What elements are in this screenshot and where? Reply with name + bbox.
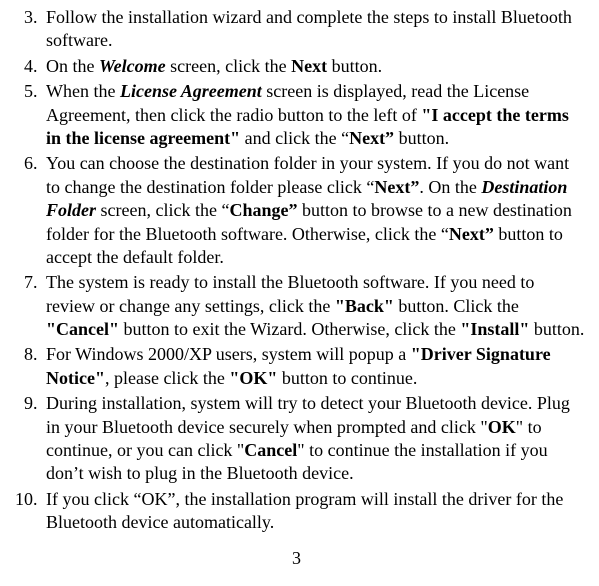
instruction-step: You can choose the destination folder in… bbox=[42, 152, 587, 269]
instruction-step: On the Welcome screen, click the Next bu… bbox=[42, 55, 587, 78]
document-page: Follow the installation wizard and compl… bbox=[0, 0, 599, 570]
page-number: 3 bbox=[6, 547, 587, 570]
instruction-step: When the License Agreement screen is dis… bbox=[42, 80, 587, 150]
instruction-step: The system is ready to install the Bluet… bbox=[42, 271, 587, 341]
instruction-step: During installation, system will try to … bbox=[42, 392, 587, 486]
instruction-step: Follow the installation wizard and compl… bbox=[42, 6, 587, 53]
instruction-step: For Windows 2000/XP users, system will p… bbox=[42, 343, 587, 390]
instruction-list: Follow the installation wizard and compl… bbox=[6, 6, 587, 535]
instruction-step: If you click “OK”, the installation prog… bbox=[42, 488, 587, 535]
